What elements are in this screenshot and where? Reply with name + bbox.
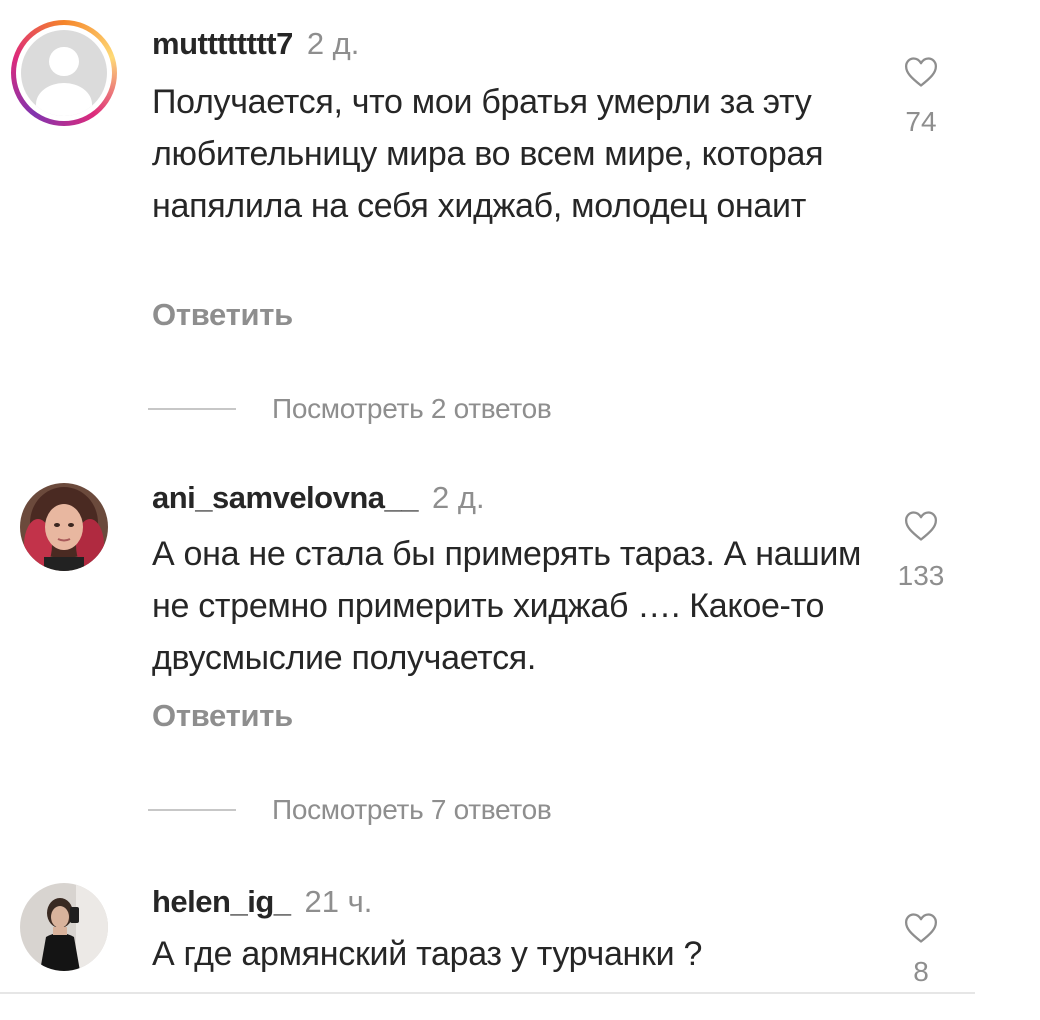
username[interactable]: helen_ig_ xyxy=(152,884,291,919)
like-count: 8 xyxy=(913,956,929,987)
heart-outline-icon xyxy=(904,57,938,87)
heart-outline-icon xyxy=(904,511,938,541)
comment-header: helen_ig_ 21 ч. xyxy=(152,884,372,920)
avatar[interactable] xyxy=(20,883,108,971)
like-button[interactable]: 74 xyxy=(886,56,956,138)
view-replies-button[interactable]: Посмотреть 7 ответов xyxy=(148,794,552,825)
avatar[interactable] xyxy=(20,483,108,571)
comment-text: Получается, что мои братья умерли за эту… xyxy=(152,83,824,225)
view-replies-label: Посмотреть 7 ответов xyxy=(272,794,552,825)
heart-outline-icon xyxy=(904,913,938,943)
timestamp: 21 ч. xyxy=(304,884,373,919)
comment-text: А она не стала бы примерять тараз. А наш… xyxy=(152,535,862,677)
like-count: 74 xyxy=(905,106,937,137)
reply-button[interactable]: Ответить xyxy=(152,297,293,333)
comment-header: ani_samvelovna__ 2 д. xyxy=(152,480,485,516)
avatar-photo-image xyxy=(20,883,108,971)
default-avatar-icon xyxy=(21,30,107,116)
view-replies-button[interactable]: Посмотреть 2 ответов xyxy=(148,393,552,424)
view-replies-label: Посмотреть 2 ответов xyxy=(272,393,552,424)
bottom-divider xyxy=(0,992,975,994)
replies-divider-line xyxy=(148,408,236,410)
avatar-story-ring[interactable] xyxy=(11,20,117,126)
like-button[interactable]: 8 xyxy=(886,912,956,988)
timestamp: 2 д. xyxy=(306,26,360,61)
avatar-photo-image xyxy=(20,483,108,571)
replies-divider-line xyxy=(148,809,236,811)
comment-header: mutttttttt7 2 д. xyxy=(152,26,359,62)
like-count: 133 xyxy=(897,560,945,591)
reply-button[interactable]: Ответить xyxy=(152,698,293,734)
username[interactable]: mutttttttt7 xyxy=(152,26,293,61)
timestamp: 2 д. xyxy=(432,480,485,515)
username[interactable]: ani_samvelovna__ xyxy=(152,480,419,515)
comment-text: А где армянский тараз у турчанки ? xyxy=(152,935,703,973)
like-button[interactable]: 133 xyxy=(886,510,956,592)
